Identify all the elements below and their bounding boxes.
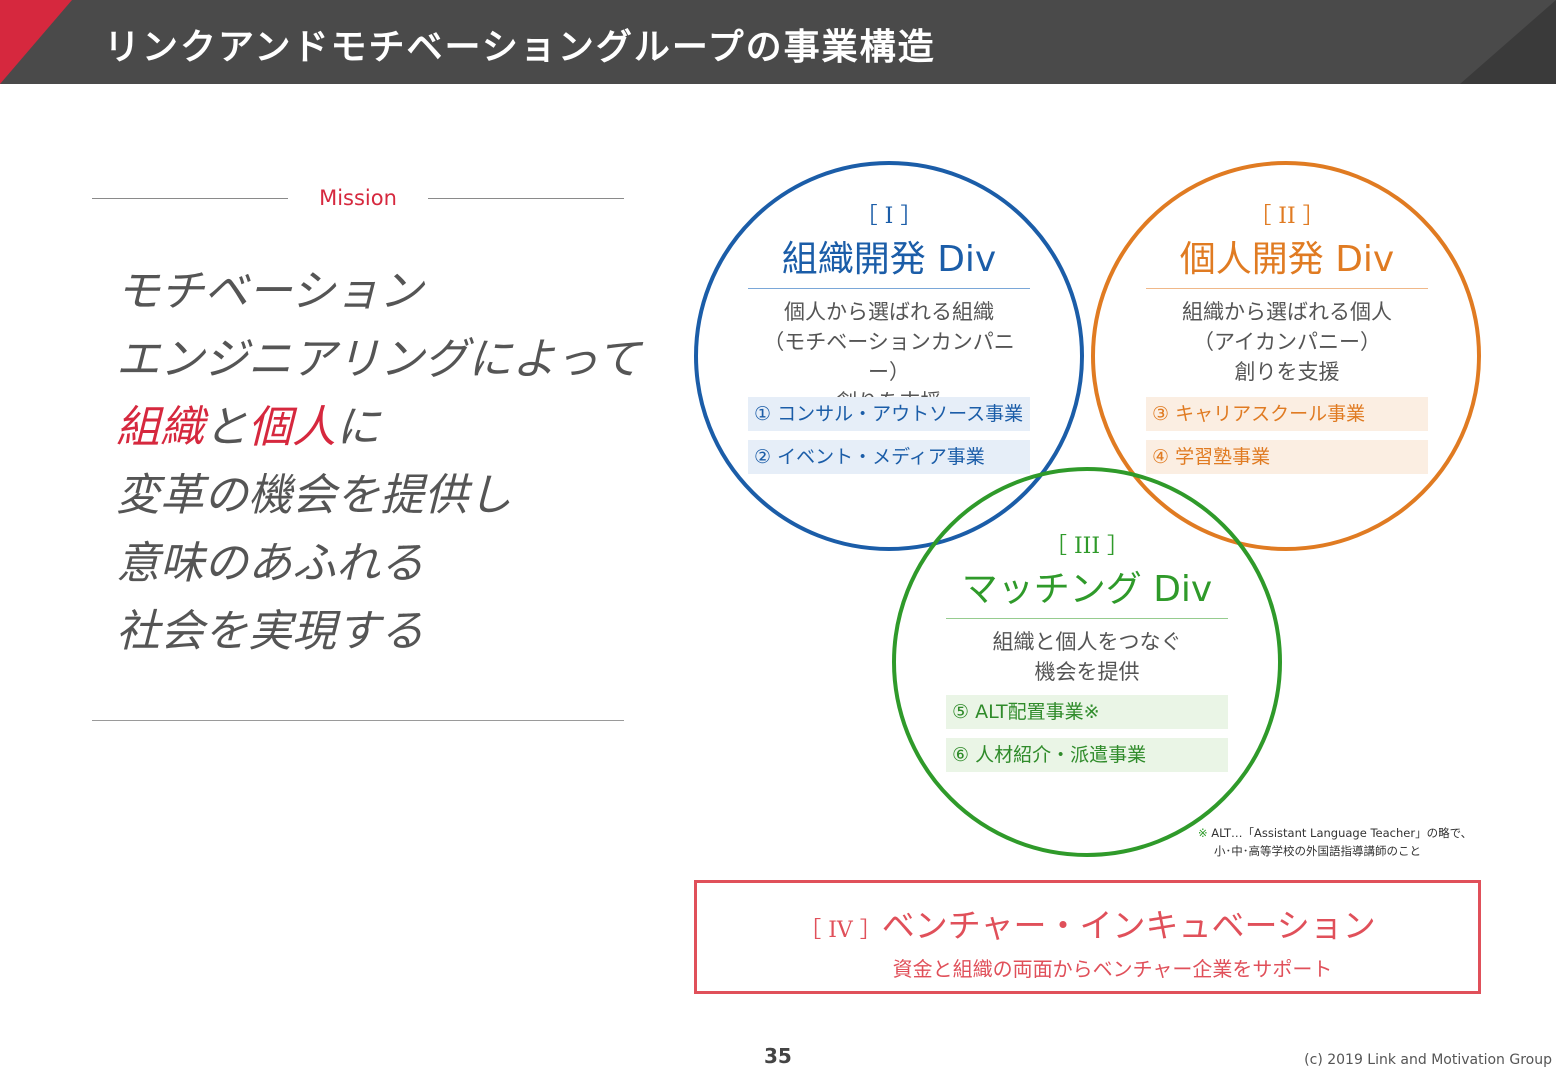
business-item: ② イベント・メディア事業 bbox=[748, 440, 1030, 474]
business-item: ⑥ 人材紹介・派遣事業 bbox=[946, 738, 1228, 772]
footnote-line2: 小･中･高等学校の外国語指導講師のこと bbox=[1214, 844, 1421, 858]
desc-line: 個人から選ばれる組織 bbox=[784, 300, 994, 324]
desc-line: 創りを支援 bbox=[1234, 360, 1340, 384]
page-number: 35 bbox=[764, 1044, 792, 1068]
division-organization: ［ I ］ 組織開発 Div 個人から選ばれる組織 （モチベーションカンパニー）… bbox=[748, 198, 1030, 417]
division-rule bbox=[1146, 288, 1428, 289]
venture-name: ベンチャー・インキュベーション bbox=[881, 906, 1376, 945]
desc-line: （モチベーションカンパニー） bbox=[763, 330, 1015, 384]
business-item: ③ キャリアスクール事業 bbox=[1146, 397, 1428, 431]
copyright: (c) 2019 Link and Motivation Group bbox=[1304, 1052, 1552, 1068]
division-number: ［ III ］ bbox=[1044, 534, 1130, 559]
venture-incubation-box: ［ IV ］ベンチャー・インキュベーション 資金と組織の両面からベンチャー企業を… bbox=[694, 880, 1481, 994]
division-rule bbox=[748, 288, 1030, 289]
alt-footnote: ※ ALT…「Assistant Language Teacher」の略で、 小… bbox=[1198, 824, 1472, 860]
desc-line: 機会を提供 bbox=[1034, 660, 1140, 684]
desc-line: 組織から選ばれる個人 bbox=[1182, 300, 1392, 324]
desc-line: （アイカンパニー） bbox=[1193, 330, 1381, 354]
division-description: 組織から選ばれる個人 （アイカンパニー） 創りを支援 bbox=[1146, 297, 1428, 387]
division-rule bbox=[946, 618, 1228, 619]
division-individual: ［ II ］ 個人開発 Div 組織から選ばれる個人 （アイカンパニー） 創りを… bbox=[1146, 198, 1428, 387]
venture-title: ［ IV ］ベンチャー・インキュベーション bbox=[697, 899, 1478, 947]
division-name: マッチング Div bbox=[961, 569, 1213, 610]
division-matching: ［ III ］ マッチング Div 組織と個人をつなぐ 機会を提供 bbox=[946, 528, 1228, 687]
business-item: ④ 学習塾事業 bbox=[1146, 440, 1428, 474]
footnote-mark: ※ bbox=[1198, 826, 1208, 840]
business-item: ⑤ ALT配置事業※ bbox=[946, 695, 1228, 729]
footnote-line1: ALT…「Assistant Language Teacher」の略で、 bbox=[1211, 826, 1473, 840]
division-description: 組織と個人をつなぐ 機会を提供 bbox=[946, 627, 1228, 687]
division-name: 組織開発 Div bbox=[781, 239, 997, 280]
venture-number: ［ IV ］ bbox=[799, 918, 882, 943]
desc-line: 組織と個人をつなぐ bbox=[992, 630, 1182, 654]
division-number: ［ II ］ bbox=[1249, 204, 1325, 229]
venture-subtitle: 資金と組織の両面からベンチャー企業をサポート bbox=[892, 957, 1333, 981]
division-name: 個人開発 Div bbox=[1179, 239, 1395, 280]
business-item: ① コンサル・アウトソース事業 bbox=[748, 397, 1030, 431]
division-number: ［ I ］ bbox=[855, 204, 923, 229]
